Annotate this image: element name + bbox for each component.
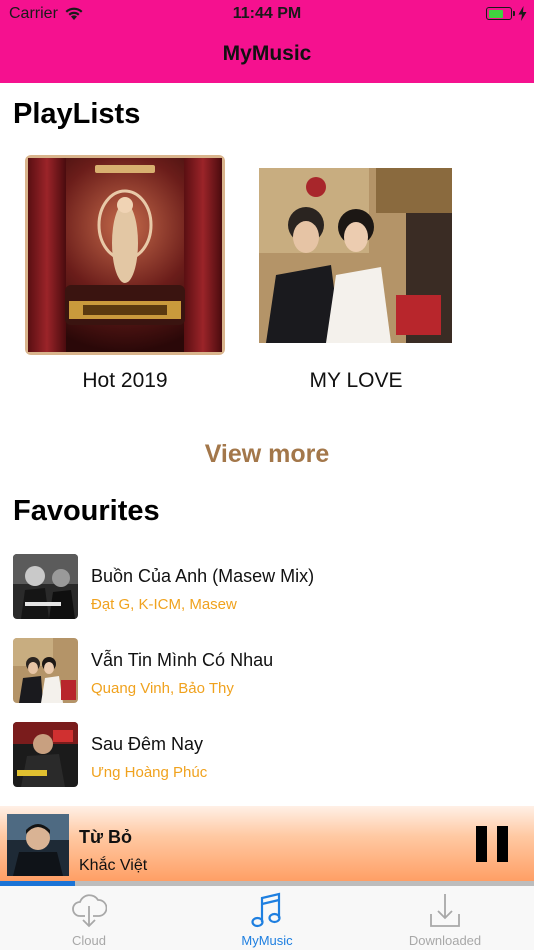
song-artist: Quang Vinh, Bảo Thy xyxy=(91,680,234,697)
now-playing-thumbnail xyxy=(7,814,69,876)
charging-bolt-icon xyxy=(518,6,527,21)
tab-label: Cloud xyxy=(72,933,106,948)
tab-bar: Cloud MyMusic Downloaded xyxy=(0,886,534,950)
cloud-download-icon xyxy=(72,894,107,928)
header-bar: Carrier 11:44 PM MyMusic xyxy=(0,0,534,83)
playlist-name: Hot 2019 xyxy=(82,369,168,392)
playlist-cover-image xyxy=(25,155,225,355)
now-playing-title: Từ Bỏ xyxy=(79,827,133,847)
playlist-card-my-love[interactable]: MY LOVE xyxy=(256,155,456,400)
song-title: Vẫn Tin Mình Có Nhau xyxy=(91,650,274,670)
favourites-heading: Favourites xyxy=(13,495,160,527)
tab-mymusic[interactable]: MyMusic xyxy=(178,886,356,950)
playlists-heading: PlayLists xyxy=(13,98,141,130)
song-thumbnail xyxy=(13,554,78,619)
song-title: Sau Đêm Nay xyxy=(91,734,204,754)
nav-title: MyMusic xyxy=(222,42,312,65)
song-thumbnail xyxy=(13,722,78,787)
battery-nub xyxy=(513,11,515,16)
tab-label: MyMusic xyxy=(241,933,293,948)
playlist-name: MY LOVE xyxy=(309,369,403,392)
playlist-card-hot-2019[interactable]: Hot 2019 xyxy=(25,155,225,400)
now-playing-artist: Khắc Việt xyxy=(79,857,148,874)
pause-icon xyxy=(476,826,487,862)
status-bar: Carrier 11:44 PM xyxy=(0,0,534,28)
song-artist: Ưng Hoàng Phúc xyxy=(91,764,208,781)
favourite-song-row[interactable]: Vẫn Tin Mình Có Nhau Quang Vinh, Bảo Thy xyxy=(0,632,534,716)
clock-time: 11:44 PM xyxy=(232,5,302,22)
song-artist: Đạt G, K-ICM, Masew xyxy=(91,596,237,613)
favourite-song-row[interactable]: Sau Đêm Nay Ưng Hoàng Phúc xyxy=(0,716,534,800)
song-thumbnail xyxy=(13,638,78,703)
music-note-icon xyxy=(251,892,281,928)
playlists-carousel[interactable]: Hot 2019 MY LOVE xyxy=(0,155,534,400)
tab-label: Downloaded xyxy=(408,933,482,948)
battery-icon xyxy=(486,7,512,20)
tab-cloud[interactable]: Cloud xyxy=(0,886,178,950)
tab-downloaded[interactable]: Downloaded xyxy=(356,886,534,950)
song-title: Buồn Của Anh (Masew Mix) xyxy=(91,566,315,586)
playlist-cover-image xyxy=(256,155,456,355)
download-tray-icon xyxy=(430,894,460,927)
pause-button[interactable] xyxy=(476,826,508,862)
view-more-button[interactable]: View more xyxy=(0,440,534,469)
mini-player[interactable]: Từ Bỏ Khắc Việt xyxy=(0,806,534,881)
pause-icon-bar xyxy=(497,826,508,862)
favourite-song-row[interactable]: Buồn Của Anh (Masew Mix) Đạt G, K-ICM, M… xyxy=(0,548,534,632)
